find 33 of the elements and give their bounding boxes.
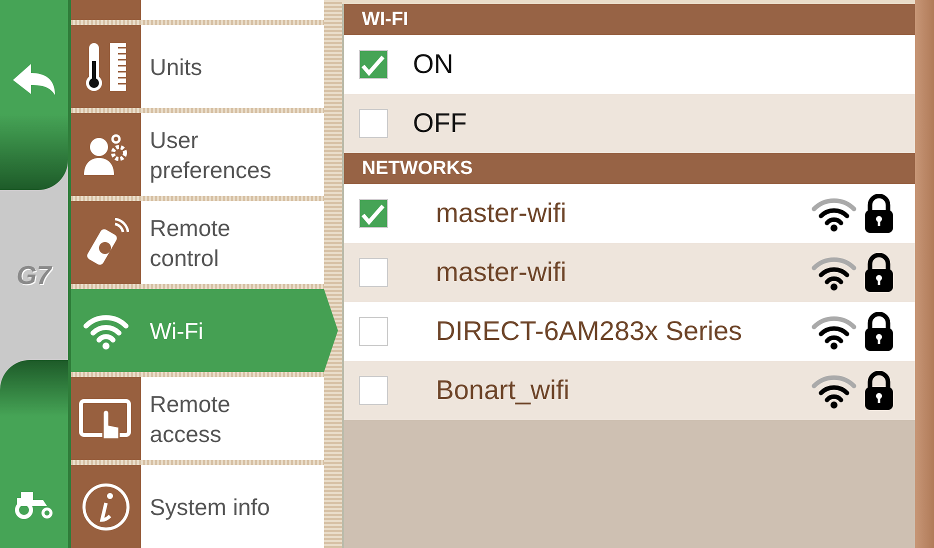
lock-icon <box>863 370 896 410</box>
option-label: ON <box>412 49 454 80</box>
info-icon <box>80 482 131 532</box>
thermometer-ruler-icon <box>84 40 128 92</box>
checkbox[interactable] <box>358 317 388 346</box>
network-name: DIRECT-6AM283x Series <box>436 316 744 347</box>
menu-item[interactable] <box>70 0 324 20</box>
menu-item[interactable]: Remote control <box>70 201 324 284</box>
checkbox[interactable] <box>358 258 388 287</box>
wifi-signal-icon <box>811 254 858 290</box>
network-name: Bonart_wifi <box>436 375 570 406</box>
network-name: master-wifi <box>436 198 568 229</box>
tablet-touch-icon <box>78 396 133 440</box>
menu-item[interactable]: Remote access <box>70 377 324 460</box>
checkbox[interactable] <box>358 109 388 138</box>
wifi-signal-icon <box>811 372 858 408</box>
menu-item[interactable]: User preferences <box>70 113 324 196</box>
lock-icon <box>863 252 896 292</box>
logo: G7 <box>16 260 52 290</box>
user-gear-icon <box>82 132 129 176</box>
lock-icon <box>863 194 896 234</box>
wifi-signal-icon <box>811 314 858 350</box>
section-header: WI-FI <box>344 4 916 35</box>
checkbox[interactable] <box>358 50 388 79</box>
checkbox[interactable] <box>358 199 388 228</box>
option-label: OFF <box>412 108 467 139</box>
checkbox[interactable] <box>358 376 388 405</box>
lock-icon <box>863 312 896 352</box>
menu-item[interactable]: System info <box>70 465 324 548</box>
wifi-signal-icon <box>811 196 858 232</box>
section-header: NETWORKS <box>344 153 916 184</box>
network-name: master-wifi <box>436 257 568 288</box>
menu-item[interactable]: Units <box>70 25 324 108</box>
